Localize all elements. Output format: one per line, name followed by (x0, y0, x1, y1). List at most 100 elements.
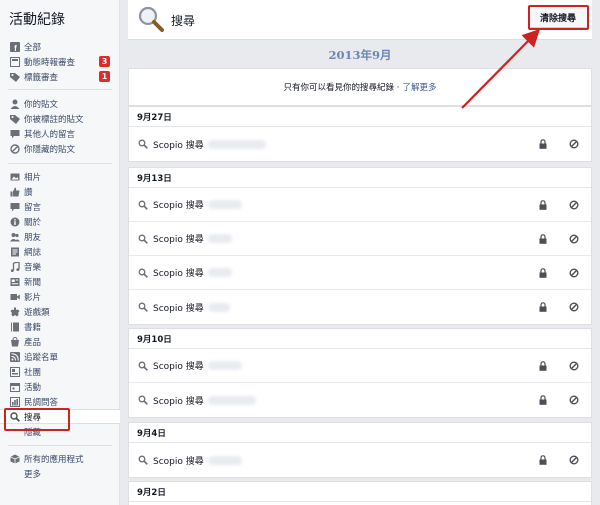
day-date: 9月2日 (129, 482, 591, 502)
page-title: 搜尋 (171, 14, 196, 28)
sidebar-item-label: 你被標註的貼文 (24, 114, 84, 125)
sidebar-item-label: 留言 (24, 202, 42, 213)
blurred-name (207, 139, 266, 149)
hide-circle-icon[interactable] (569, 361, 579, 371)
tag-icon (9, 113, 20, 124)
sidebar-item-news[interactable]: 新聞 (0, 274, 120, 289)
hide-circle-icon[interactable] (569, 234, 579, 244)
sidebar-item-timeline-review[interactable]: 動態時報審查 3 (0, 54, 120, 69)
search-icon (138, 395, 148, 405)
lock-icon[interactable] (539, 455, 547, 465)
day-section: 9月4日 Scopio 搜尋 (128, 422, 592, 478)
rss-icon (9, 351, 20, 362)
sidebar-item-label: 網誌 (24, 247, 42, 258)
lock-icon[interactable] (539, 268, 547, 278)
search-history-row[interactable]: Scopio 搜尋 (129, 222, 591, 256)
blurred-name (207, 302, 230, 312)
search-query-text: Scopio 搜尋 (153, 396, 204, 407)
group-icon (9, 366, 20, 377)
sidebar-group-posts: 你的貼文 你被標註的貼文 其他人的留言 你隱藏的貼文 (0, 96, 120, 156)
sidebar-item-all[interactable]: f 全部 (0, 39, 120, 54)
blurred-name (207, 268, 232, 277)
sidebar-title: 活動紀錄 (9, 12, 65, 28)
lock-icon[interactable] (539, 361, 547, 371)
timeline-icon (9, 56, 20, 67)
sidebar-item-products[interactable]: 產品 (0, 334, 120, 349)
sidebar-item-tagged-posts[interactable]: 你被標註的貼文 (0, 111, 120, 126)
lock-icon[interactable] (539, 302, 547, 312)
sidebar-item-label: 書籍 (24, 322, 42, 333)
comment-icon (9, 201, 20, 212)
sidebar-item-comments[interactable]: 留言 (0, 199, 120, 214)
sidebar-item-label: 產品 (24, 337, 42, 348)
sidebar-item-label: 影片 (24, 292, 42, 303)
sidebar-group-categories: 相片 讚 留言 關於 朋友 網誌 音樂 新聞 影片 遊戲類 書籍 產品 追蹤名單… (0, 169, 120, 439)
sidebar-item-hidden-posts[interactable]: 你隱藏的貼文 (0, 141, 120, 156)
day-section: 9月13日 Scopio 搜尋 Scopio 搜尋 Scopio 搜尋 Scop… (128, 167, 592, 325)
sidebar-item-events[interactable]: 活動 (0, 379, 120, 394)
sidebar-item-all-apps[interactable]: 所有的應用程式 (0, 451, 120, 466)
search-history-row[interactable]: Scopio 搜尋 (129, 443, 591, 477)
person-icon (9, 98, 20, 109)
search-icon (138, 234, 148, 244)
poll-icon (9, 396, 20, 407)
hide-circle-icon[interactable] (569, 139, 579, 149)
day-date: 9月27日 (129, 107, 591, 127)
sidebar-divider (8, 445, 112, 446)
lock-icon[interactable] (539, 395, 547, 405)
friends-icon (9, 231, 20, 242)
learn-more-link[interactable]: 了解更多 (402, 81, 436, 93)
sidebar-item-label: 標籤審查 (24, 72, 59, 83)
like-icon (9, 186, 20, 197)
sidebar-item-music[interactable]: 音樂 (0, 259, 120, 274)
facebook-icon: f (9, 41, 20, 52)
day-date: 9月13日 (129, 168, 591, 188)
sidebar-item-label: 更多 (24, 469, 42, 480)
search-history-row[interactable]: Scopio 搜尋 (129, 127, 591, 161)
hide-circle-icon[interactable] (569, 302, 579, 312)
sidebar-item-friends[interactable]: 朋友 (0, 229, 120, 244)
search-history-row[interactable]: Scopio 搜尋 (129, 290, 591, 324)
sidebar-item-tag-review[interactable]: 標籤審查 1 (0, 69, 120, 84)
sidebar-item-games[interactable]: 遊戲類 (0, 304, 120, 319)
news-icon (9, 276, 20, 287)
sidebar-item-photos[interactable]: 相片 (0, 169, 120, 184)
sidebar-item-videos[interactable]: 影片 (0, 289, 120, 304)
sidebar-item-label: 其他人的留言 (24, 129, 76, 140)
sidebar-item-books[interactable]: 書籍 (0, 319, 120, 334)
sidebar-item-notes[interactable]: 網誌 (0, 244, 120, 259)
sidebar-item-label: 關於 (24, 217, 42, 228)
music-icon (9, 261, 20, 272)
search-icon (138, 139, 148, 149)
sidebar-item-label: 活動 (24, 382, 42, 393)
sidebar-item-label: 社團 (24, 367, 42, 378)
month-heading: 2013年9月 (328, 47, 392, 62)
sidebar-item-others-comments[interactable]: 其他人的留言 (0, 126, 120, 141)
sidebar-item-following[interactable]: 追蹤名單 (0, 349, 120, 364)
hide-circle-icon[interactable] (569, 455, 579, 465)
sidebar-item-your-posts[interactable]: 你的貼文 (0, 96, 120, 111)
lock-icon[interactable] (539, 139, 547, 149)
hidden-icon (9, 143, 20, 154)
search-history-row[interactable]: Scopio 搜尋 (129, 349, 591, 383)
search-history-row[interactable]: Scopio 搜尋 (129, 188, 591, 222)
sidebar-item-more[interactable]: 更多 (0, 466, 120, 481)
lock-icon[interactable] (539, 200, 547, 210)
sidebar-item-about[interactable]: 關於 (0, 214, 120, 229)
sidebar-item-polls[interactable]: 民調問答 (0, 394, 120, 409)
hide-circle-icon[interactable] (569, 200, 579, 210)
search-history-row[interactable]: Scopio 搜尋 (129, 256, 591, 290)
clear-button-highlight-box (528, 5, 589, 30)
sidebar-item-label: 讚 (24, 187, 33, 198)
day-section: 9月10日 Scopio 搜尋 Scopio 搜尋 (128, 328, 592, 418)
hide-circle-icon[interactable] (569, 268, 579, 278)
sidebar-item-likes[interactable]: 讚 (0, 184, 120, 199)
sidebar-item-label: 你的貼文 (24, 99, 59, 110)
search-history-row[interactable]: Scopio 搜尋 (129, 383, 591, 417)
hide-circle-icon[interactable] (569, 395, 579, 405)
sidebar-item-groups[interactable]: 社團 (0, 364, 120, 379)
lock-icon[interactable] (539, 234, 547, 244)
privacy-notice-text: 只有你可以看見你的搜尋紀錄 · (283, 83, 400, 93)
blurred-name (207, 395, 256, 405)
day-section: 9月2日 (128, 481, 592, 505)
